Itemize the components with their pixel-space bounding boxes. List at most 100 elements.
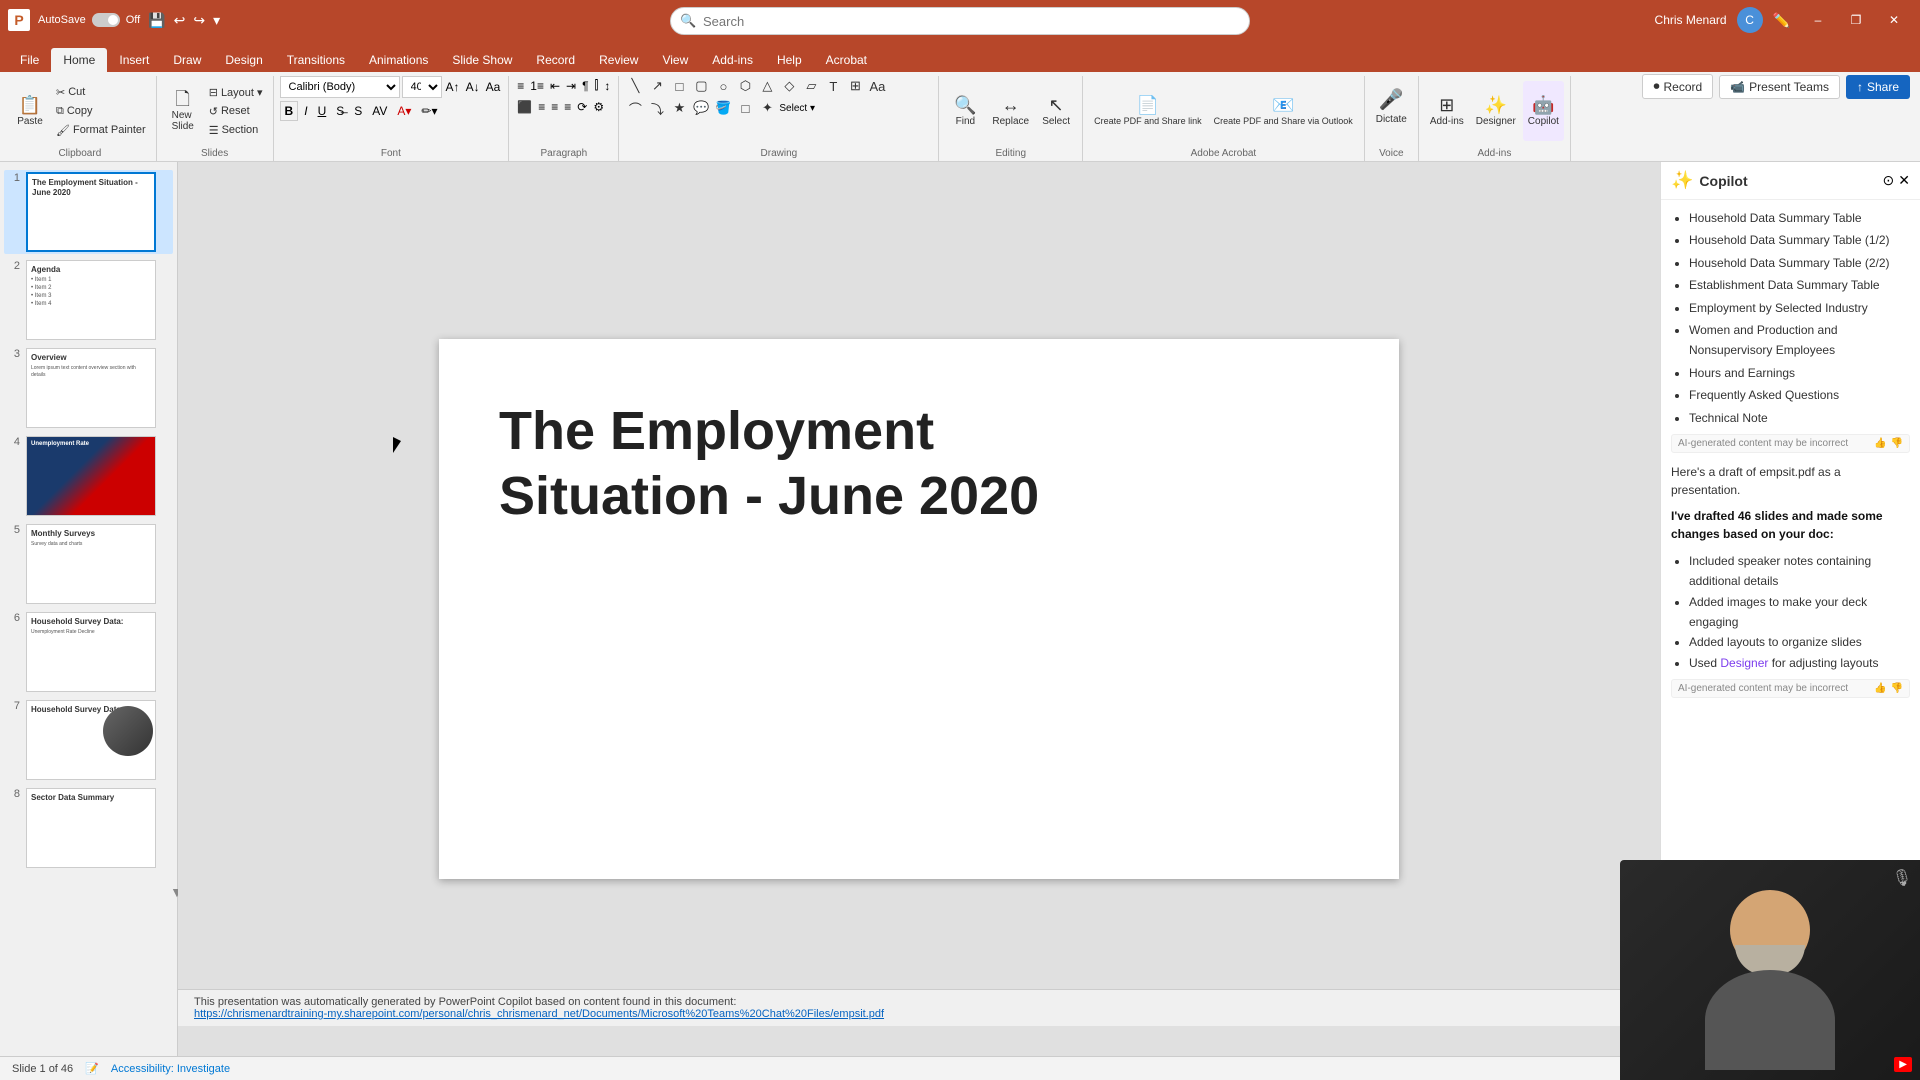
text-direction-button[interactable]: ⟳	[575, 98, 589, 116]
round-rect-shape[interactable]: ▢	[691, 76, 711, 96]
numbering-button[interactable]: 1≡	[528, 77, 546, 95]
slide-thumb-3[interactable]: 3 Overview Lorem ipsum text content over…	[4, 346, 173, 430]
tab-slideshow[interactable]: Slide Show	[440, 48, 524, 72]
spacing-button[interactable]: AV	[368, 102, 391, 120]
italic-button[interactable]: I	[300, 102, 311, 120]
close-button[interactable]: ✕	[1876, 5, 1912, 35]
tab-record[interactable]: Record	[524, 48, 587, 72]
text-box-shape[interactable]: T	[823, 76, 843, 96]
slide-thumb-2[interactable]: 2 Agenda • Item 1• Item 2• Item 3• Item …	[4, 258, 173, 342]
tab-view[interactable]: View	[650, 48, 700, 72]
curve-shape[interactable]: ⌒	[625, 98, 645, 118]
tab-animations[interactable]: Animations	[357, 48, 440, 72]
align-left-button[interactable]: ⬛	[515, 98, 534, 116]
tab-draw[interactable]: Draw	[161, 48, 213, 72]
scroll-down-button[interactable]: ▼	[170, 884, 178, 900]
tab-insert[interactable]: Insert	[107, 48, 161, 72]
designer-link[interactable]: Designer	[1720, 656, 1768, 670]
rect-shape[interactable]: □	[669, 76, 689, 96]
create-pdf-outlook-button[interactable]: 📧 Create PDF and Share via Outlook	[1209, 81, 1358, 141]
strikethrough-button[interactable]: S̶	[332, 102, 348, 120]
indent-decrease-button[interactable]: ⇤	[548, 77, 562, 95]
dictate-button[interactable]: 🎤 Dictate	[1371, 76, 1412, 136]
layout-button[interactable]: ⊟Layout ▾	[205, 84, 267, 101]
more-icon[interactable]: ▾	[213, 12, 220, 29]
increase-font-button[interactable]: A↑	[444, 78, 462, 96]
line-spacing-button[interactable]: ↕	[602, 77, 612, 95]
tab-review[interactable]: Review	[587, 48, 650, 72]
bold-button[interactable]: B	[280, 101, 299, 121]
record-button[interactable]: ⏺ Record	[1642, 74, 1713, 99]
clear-format-button[interactable]: Aa	[484, 78, 503, 96]
share-button[interactable]: ↑ Share	[1846, 75, 1910, 99]
paste-button[interactable]: 📋 Paste	[10, 81, 50, 141]
font-color-button[interactable]: A▾	[393, 102, 415, 120]
thumbs-up-icon[interactable]: 👍	[1874, 438, 1886, 449]
notes-icon[interactable]: 📝	[85, 1062, 99, 1075]
bullets-button[interactable]: ≡	[515, 77, 526, 95]
cut-button[interactable]: ✂Cut	[52, 84, 150, 101]
decrease-font-button[interactable]: A↓	[464, 78, 482, 96]
undo-icon[interactable]: ↩	[174, 12, 186, 29]
autosave-toggle[interactable]	[92, 13, 120, 27]
slide-thumb-6[interactable]: 6 Household Survey Data: Unemployment Ra…	[4, 610, 173, 694]
shadow-button[interactable]: S	[350, 102, 366, 120]
designer-button[interactable]: ✨ Designer	[1471, 81, 1521, 141]
arrow-shape[interactable]: ↗	[647, 76, 667, 96]
parallelogram-shape[interactable]: ▱	[801, 76, 821, 96]
thumbs-down-icon-2[interactable]: 👎	[1891, 683, 1903, 694]
connector-shape[interactable]: ⤵	[647, 98, 667, 118]
diamond-shape[interactable]: ◇	[779, 76, 799, 96]
slide-thumb-1[interactable]: 1 The Employment Situation - June 2020	[4, 170, 173, 254]
slide-thumb-4[interactable]: 4 Unemployment Rate	[4, 434, 173, 518]
star-shape[interactable]: ★	[669, 98, 689, 118]
tab-file[interactable]: File	[8, 48, 51, 72]
shape-fill-btn[interactable]: 🪣	[713, 98, 733, 118]
section-button[interactable]: ☰Section	[205, 122, 267, 139]
footer-link[interactable]: https://chrismenardtraining-my.sharepoin…	[194, 1008, 884, 1020]
minimize-button[interactable]: –	[1800, 5, 1836, 35]
select-dropdown[interactable]: Select ▾	[779, 103, 815, 114]
indent-increase-button[interactable]: ⇥	[564, 77, 578, 95]
addins-button[interactable]: ⊞ Add-ins	[1425, 81, 1469, 141]
thumbs-up-icon-2[interactable]: 👍	[1874, 683, 1886, 694]
redo-icon[interactable]: ↪	[193, 12, 205, 29]
align-center-button[interactable]: ≡	[536, 98, 547, 116]
callout-shape[interactable]: 💬	[691, 98, 711, 118]
select-button[interactable]: ↖ Select	[1036, 93, 1076, 130]
accessibility-button[interactable]: Accessibility: Investigate	[111, 1063, 230, 1075]
quick-styles-button[interactable]: Aa	[867, 76, 887, 96]
edit-icon[interactable]: ✏️	[1773, 12, 1790, 29]
font-size-select[interactable]: 40	[402, 76, 442, 98]
tab-help[interactable]: Help	[765, 48, 814, 72]
find-button[interactable]: 🔍 Find	[945, 93, 985, 130]
tab-acrobat[interactable]: Acrobat	[814, 48, 879, 72]
oval-shape[interactable]: ○	[713, 76, 733, 96]
search-input[interactable]	[670, 7, 1250, 35]
align-right-button[interactable]: ≡	[549, 98, 560, 116]
slide-thumb-5[interactable]: 5 Monthly Surveys Survey data and charts	[4, 522, 173, 606]
tab-addins[interactable]: Add-ins	[700, 48, 765, 72]
format-painter-button[interactable]: 🖌Format Painter	[52, 122, 150, 139]
present-teams-button[interactable]: 📹 Present Teams	[1719, 75, 1840, 99]
copilot-minimize-button[interactable]: ⊙	[1883, 172, 1895, 189]
tab-transitions[interactable]: Transitions	[275, 48, 357, 72]
justify-button[interactable]: ≡	[562, 98, 573, 116]
rtl-button[interactable]: ¶	[580, 77, 590, 95]
smartart-button[interactable]: ⚙	[591, 98, 606, 116]
create-pdf-button[interactable]: 📄 Create PDF and Share link	[1089, 81, 1207, 141]
copilot-close-button[interactable]: ✕	[1898, 172, 1910, 189]
copy-button[interactable]: ⧉Copy	[52, 103, 150, 120]
save-icon[interactable]: 💾	[148, 12, 165, 29]
slide-thumb-8[interactable]: 8 Sector Data Summary	[4, 786, 173, 870]
font-name-select[interactable]: Calibri (Body)	[280, 76, 400, 98]
new-slide-button[interactable]: 🗋 NewSlide	[163, 81, 203, 141]
restore-button[interactable]: ❐	[1838, 5, 1874, 35]
tab-home[interactable]: Home	[51, 48, 107, 72]
slide-thumb-7[interactable]: 7 Household Survey Data	[4, 698, 173, 782]
tab-design[interactable]: Design	[213, 48, 274, 72]
more-shapes[interactable]: ⬡	[735, 76, 755, 96]
underline-button[interactable]: U	[314, 102, 331, 120]
highlight-button[interactable]: ✏▾	[417, 102, 441, 120]
replace-button[interactable]: ↔ Replace	[987, 93, 1034, 130]
